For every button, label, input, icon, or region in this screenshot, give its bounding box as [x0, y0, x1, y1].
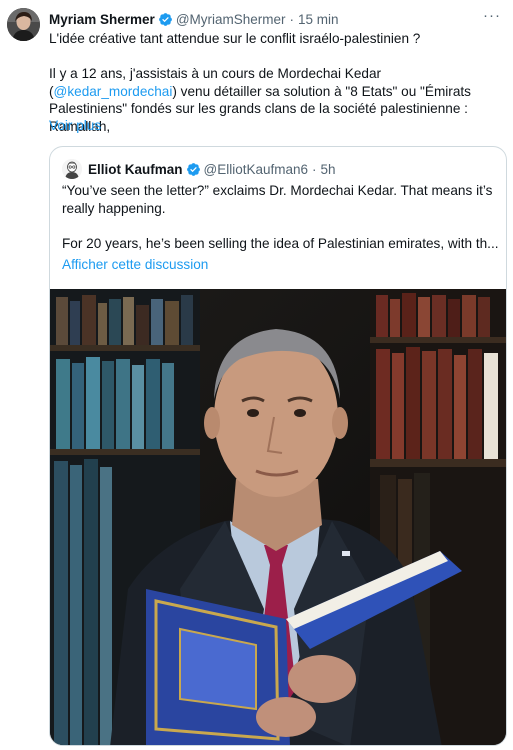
show-more-link[interactable]: Voir plus [49, 118, 101, 133]
author-name[interactable]: Myriam Shermer [49, 12, 155, 27]
quoted-tweet[interactable]: Elliot Kaufman @ElliotKaufman6 · 5h “You… [49, 146, 507, 746]
quote-verified-badge-icon [186, 162, 201, 177]
quote-text-paragraph2: For 20 years, he’s been selling the idea… [62, 236, 499, 251]
tweet-header: Myriam Shermer @MyriamShermer · 15 min ·… [49, 7, 503, 28]
author-handle[interactable]: @MyriamShermer [176, 12, 286, 27]
tweet-text-line1: L'idée créative tant attendue sur le con… [49, 31, 421, 46]
quote-header: Elliot Kaufman @ElliotKaufman6 · 5h [62, 159, 336, 179]
verified-badge-icon [158, 12, 173, 27]
quote-author-handle[interactable]: @ElliotKaufman6 [204, 162, 309, 177]
author-avatar[interactable] [7, 8, 40, 41]
quote-separator-dot: · [312, 161, 317, 177]
quote-time[interactable]: 5h [321, 162, 336, 177]
tweet[interactable]: Myriam Shermer @MyriamShermer · 15 min ·… [0, 0, 513, 750]
separator-dot: · [289, 11, 295, 27]
quote-text-paragraph1: “You’ve seen the letter?” exclaims Dr. M… [62, 183, 493, 216]
tweet-text-paragraph: Il y a 12 ans, j'assistais à un cours de… [49, 65, 509, 135]
show-discussion-link[interactable]: Afficher cette discussion [62, 257, 208, 272]
mention-link[interactable]: @kedar_mordechai [54, 84, 173, 99]
quote-author-avatar[interactable] [62, 159, 82, 179]
tweet-time[interactable]: 15 min [298, 12, 339, 27]
quote-author-name[interactable]: Elliot Kaufman [88, 162, 183, 177]
quote-photo[interactable] [50, 289, 506, 745]
more-options-icon[interactable]: ··· [481, 7, 503, 25]
